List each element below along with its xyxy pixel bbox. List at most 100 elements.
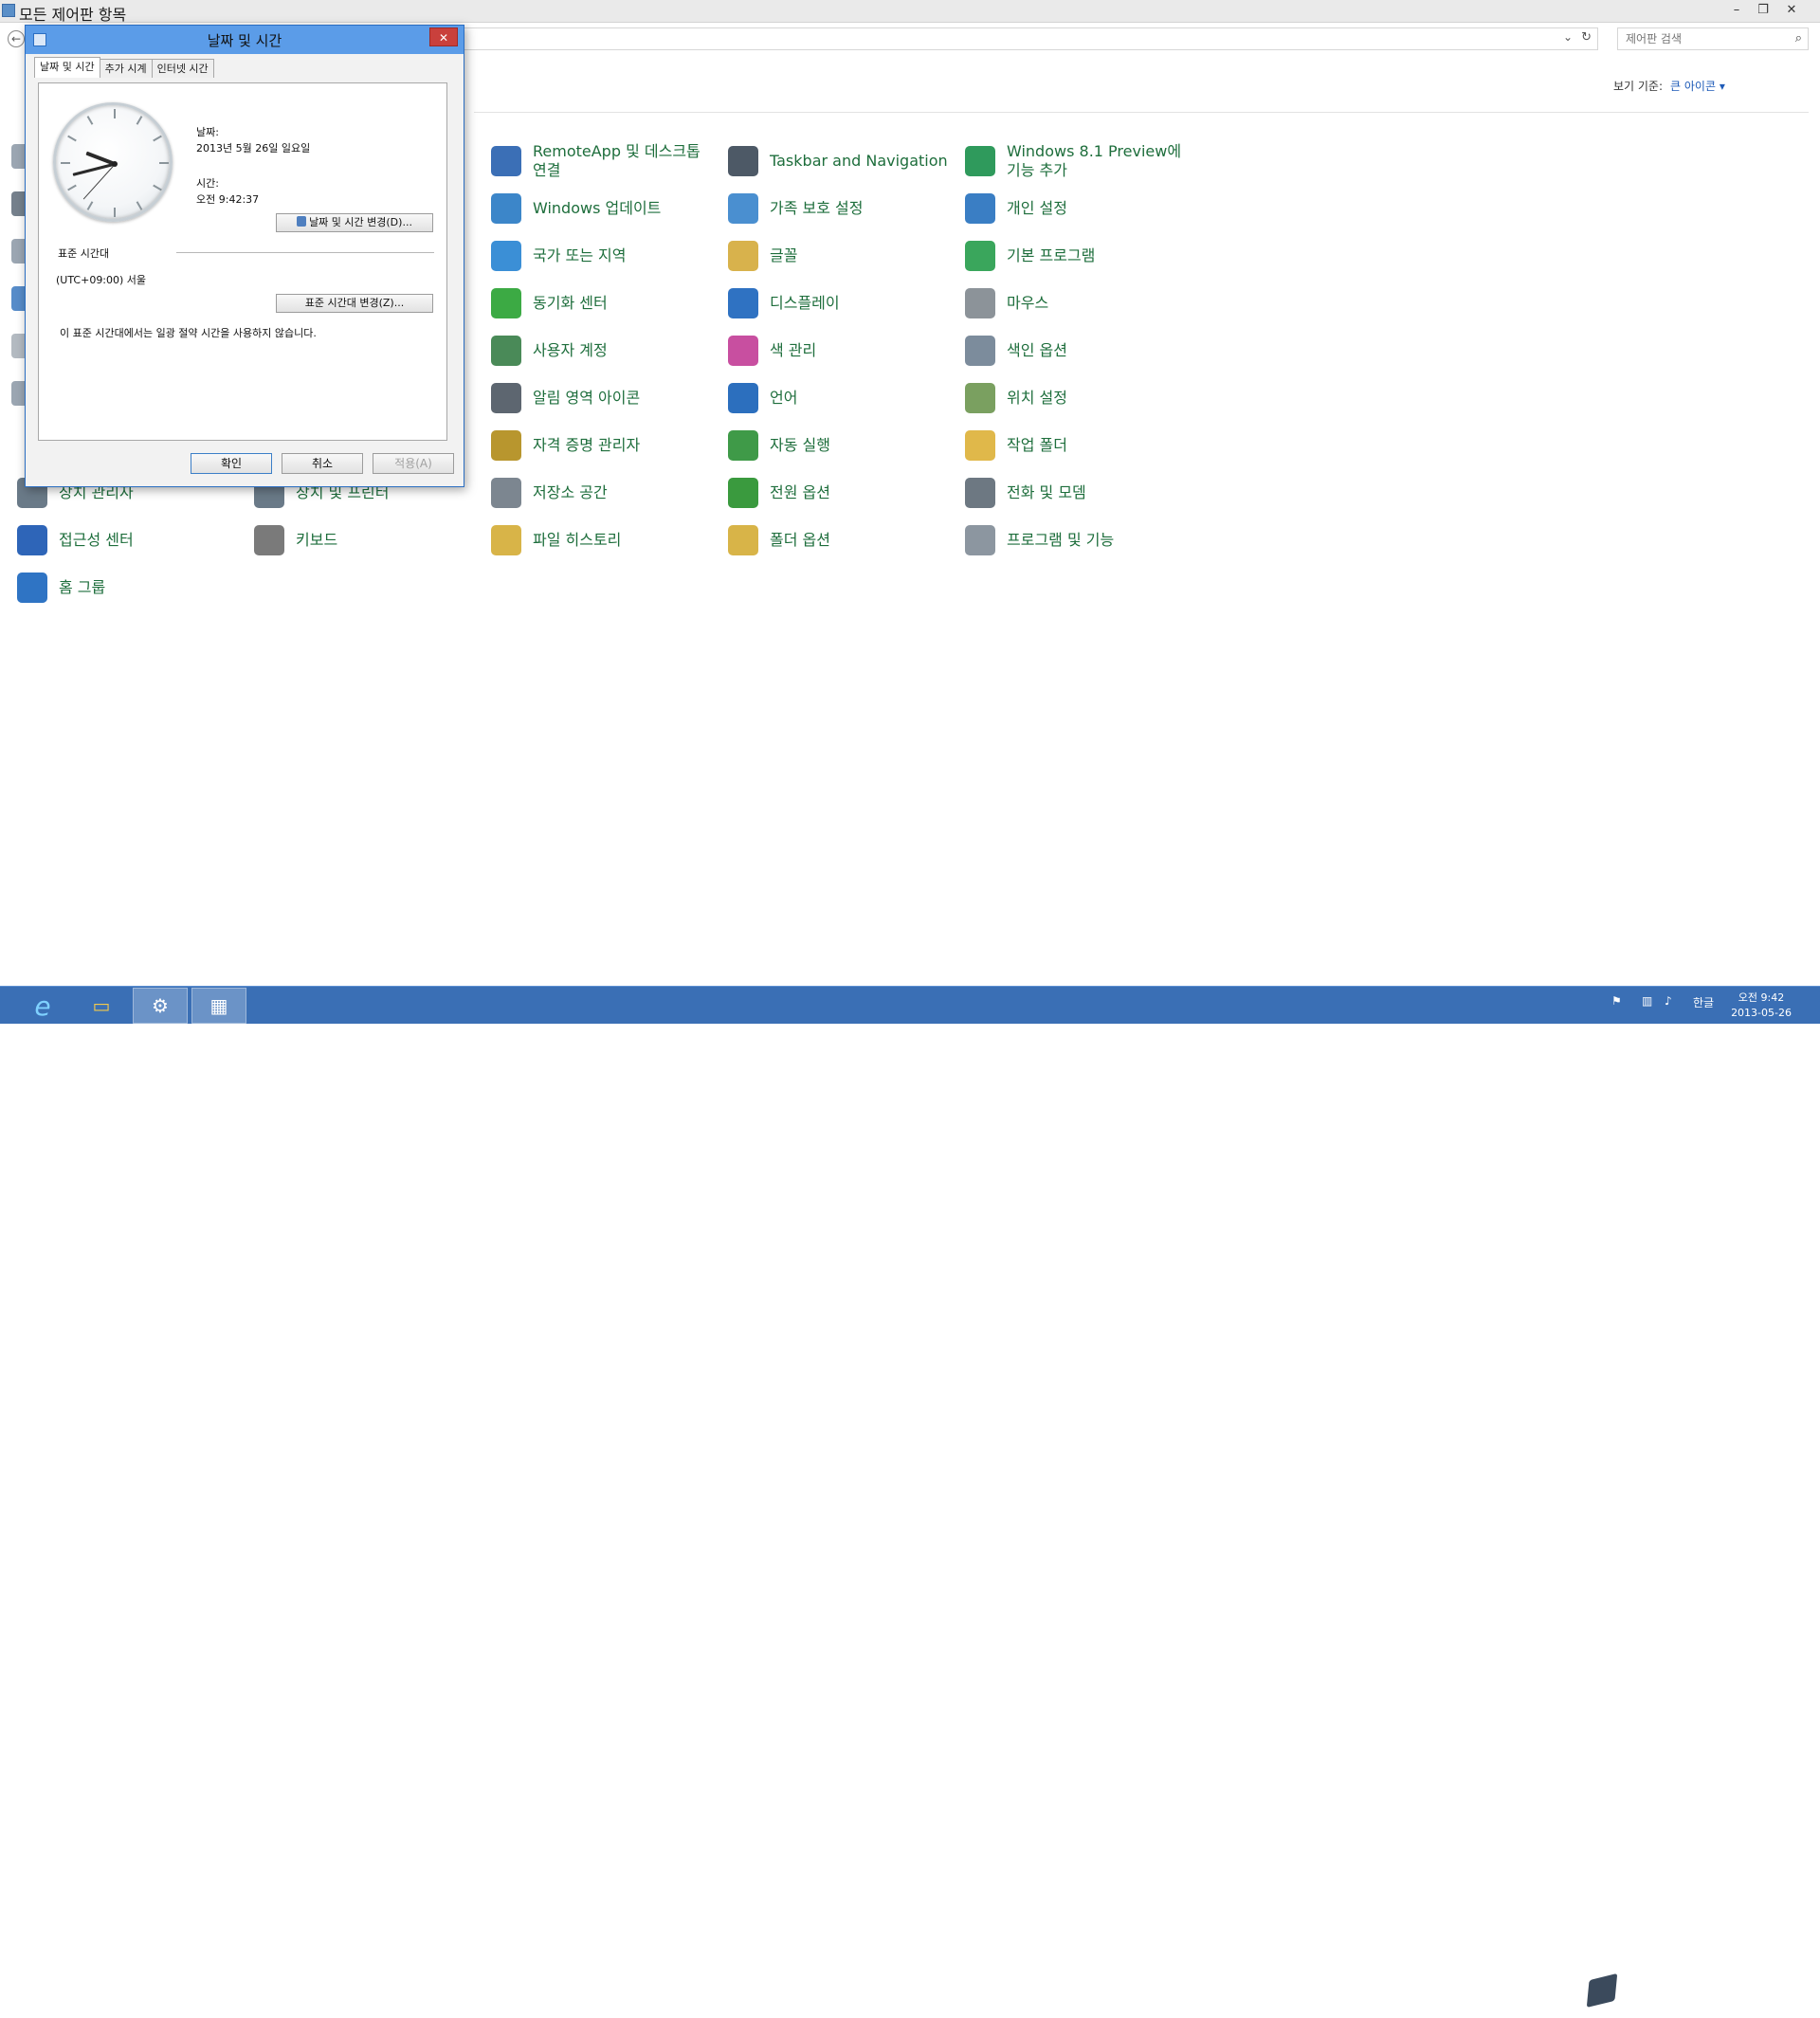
cp-item-7[interactable]: 글꼴	[728, 237, 956, 275]
date-value: 2013년 5월 26일 일요일	[196, 142, 311, 155]
cp-item-label: 파일 히스토리	[533, 531, 622, 549]
cp-item-19[interactable]: 자동 실행	[728, 427, 956, 464]
cp-item-6[interactable]: 국가 또는 지역	[491, 237, 719, 275]
cp-item-11[interactable]: 마우스	[965, 284, 1192, 322]
dialog-close-button[interactable]: ✕	[429, 27, 458, 46]
chevron-down-icon[interactable]: ⌄	[1563, 30, 1573, 44]
cp-item-10[interactable]: 디스플레이	[728, 284, 956, 322]
cp-item-3[interactable]: Windows 업데이트	[491, 190, 719, 227]
taskbar-clock[interactable]: 오전 9:42 2013-05-26	[1731, 991, 1792, 1021]
taskbar-internet-explorer[interactable]: e	[15, 988, 70, 1024]
tab-date-time[interactable]: 날짜 및 시간	[34, 57, 100, 78]
taskbar-control-panel[interactable]: ⚙	[133, 988, 188, 1024]
cp-item-label: 색인 옵션	[1007, 341, 1067, 359]
cp-item-label: 가족 보호 설정	[770, 199, 864, 217]
tab-additional-clocks[interactable]: 추가 시계	[99, 59, 153, 78]
search-box[interactable]: ⌕	[1617, 27, 1809, 50]
mouse-icon	[965, 288, 995, 318]
refresh-icon[interactable]: ↻	[1581, 30, 1592, 45]
cp-item-23[interactable]: 전화 및 모뎀	[965, 474, 1192, 512]
left-item-2[interactable]: 접근성 센터	[17, 521, 245, 559]
cp-item-24[interactable]: 파일 히스토리	[491, 521, 719, 559]
taskbar: e ▭ ⚙ ▦ The Collection Book ⚑ ▥ ♪ 한글 오전 9:4…	[0, 986, 1820, 2018]
region-icon	[491, 241, 521, 271]
cp-item-20[interactable]: 작업 폴더	[965, 427, 1192, 464]
cp-item-22[interactable]: 전원 옵션	[728, 474, 956, 512]
dialog-titlebar: 날짜 및 시간 ✕	[26, 26, 464, 54]
cp-item-label: Windows 업데이트	[533, 199, 662, 217]
cp-item-15[interactable]: 알림 영역 아이콘	[491, 379, 719, 417]
cp-item-9[interactable]: 동기화 센터	[491, 284, 719, 322]
analog-clock	[53, 102, 173, 222]
cp-item-13[interactable]: 색 관리	[728, 332, 956, 370]
cp-item-0[interactable]: RemoteApp 및 데스크톱 연결	[491, 142, 719, 180]
cp-item-label: Windows 8.1 Preview에 기능 추가	[1007, 142, 1182, 179]
back-button[interactable]: ←	[8, 30, 25, 47]
cp-item-18[interactable]: 자격 증명 관리자	[491, 427, 719, 464]
folder-icon: ▭	[92, 994, 111, 1017]
cp-item-16[interactable]: 언어	[728, 379, 956, 417]
cp-item-8[interactable]: 기본 프로그램	[965, 237, 1192, 275]
folder-options-icon	[728, 525, 758, 555]
date-label: 날짜:	[196, 126, 219, 138]
apply-button[interactable]: 적용(A)	[373, 453, 454, 474]
window-titlebar: 모든 제어판 항목 – ❐ ✕	[0, 0, 1820, 24]
cp-item-label: 프로그램 및 기능	[1007, 531, 1115, 549]
windows-add-icon	[965, 146, 995, 176]
clock-tick	[86, 201, 94, 210]
default-programs-icon	[965, 241, 995, 271]
cp-item-12[interactable]: 사용자 계정	[491, 332, 719, 370]
date-time-dialog: 날짜 및 시간 ✕ 날짜 및 시간 추가 시계 인터넷 시간 날짜: 2013년…	[25, 25, 464, 487]
address-bar[interactable]: ⌄ ↻	[463, 27, 1598, 50]
cp-item-14[interactable]: 색인 옵션	[965, 332, 1192, 370]
tab-internet-time[interactable]: 인터넷 시간	[151, 59, 214, 78]
time-label: 시간:	[196, 177, 219, 190]
network-icon[interactable]: ▥	[1642, 994, 1652, 1008]
clock-date: 2013-05-26	[1731, 1007, 1792, 1019]
change-timezone-button[interactable]: 표준 시간대 변경(Z)...	[276, 294, 433, 313]
ok-button[interactable]: 확인	[191, 453, 272, 474]
change-date-time-button[interactable]: 날짜 및 시간 변경(D)...	[276, 213, 433, 232]
volume-icon[interactable]: ♪	[1665, 994, 1672, 1008]
flag-icon[interactable]: ⚑	[1611, 994, 1622, 1008]
cp-item-25[interactable]: 폴더 옵션	[728, 521, 956, 559]
left-item-label: 접근성 센터	[59, 531, 134, 549]
divider	[474, 112, 1809, 113]
taskbar-icon	[728, 146, 758, 176]
view-by-dropdown[interactable]: 큰 아이콘 ▾	[1670, 80, 1725, 93]
user-accounts-icon	[491, 336, 521, 366]
cp-item-4[interactable]: 가족 보호 설정	[728, 190, 956, 227]
cp-item-label: 동기화 센터	[533, 294, 608, 312]
clock-tick	[86, 116, 94, 125]
cp-item-label: 색 관리	[770, 341, 817, 359]
cp-item-label: 전원 옵션	[770, 483, 830, 501]
cp-item-26[interactable]: 프로그램 및 기능	[965, 521, 1192, 559]
time-value: 오전 9:42:37	[196, 193, 260, 206]
cp-item-2[interactable]: Windows 8.1 Preview에 기능 추가	[965, 142, 1192, 180]
restore-button[interactable]: ❐	[1750, 0, 1776, 21]
clock-pin	[112, 161, 118, 167]
left-item-3[interactable]: 키보드	[254, 521, 482, 559]
view-by: 보기 기준: 큰 아이콘 ▾	[1613, 78, 1725, 94]
clock-tick	[159, 162, 169, 164]
cp-item-21[interactable]: 저장소 공간	[491, 474, 719, 512]
search-icon[interactable]: ⌕	[1795, 31, 1802, 45]
book-logo-icon	[1586, 1973, 1617, 2009]
power-icon	[728, 478, 758, 508]
clock-tick	[114, 208, 116, 217]
search-input[interactable]	[1618, 28, 1779, 49]
cp-item-17[interactable]: 위치 설정	[965, 379, 1192, 417]
taskbar-date-time[interactable]: ▦	[191, 988, 246, 1024]
cp-item-5[interactable]: 개인 설정	[965, 190, 1192, 227]
taskbar-file-explorer[interactable]: ▭	[74, 988, 129, 1024]
indexing-icon	[965, 336, 995, 366]
minimize-button[interactable]: –	[1723, 0, 1750, 21]
cancel-button[interactable]: 취소	[282, 453, 363, 474]
clock-tick	[136, 116, 143, 125]
clock-tick	[61, 162, 70, 164]
cp-item-1[interactable]: Taskbar and Navigation	[728, 142, 956, 180]
left-item-4[interactable]: 홈 그룹	[17, 569, 245, 607]
section-divider	[176, 252, 434, 253]
close-button[interactable]: ✕	[1778, 0, 1805, 21]
ime-indicator[interactable]: 한글	[1693, 994, 1714, 1010]
